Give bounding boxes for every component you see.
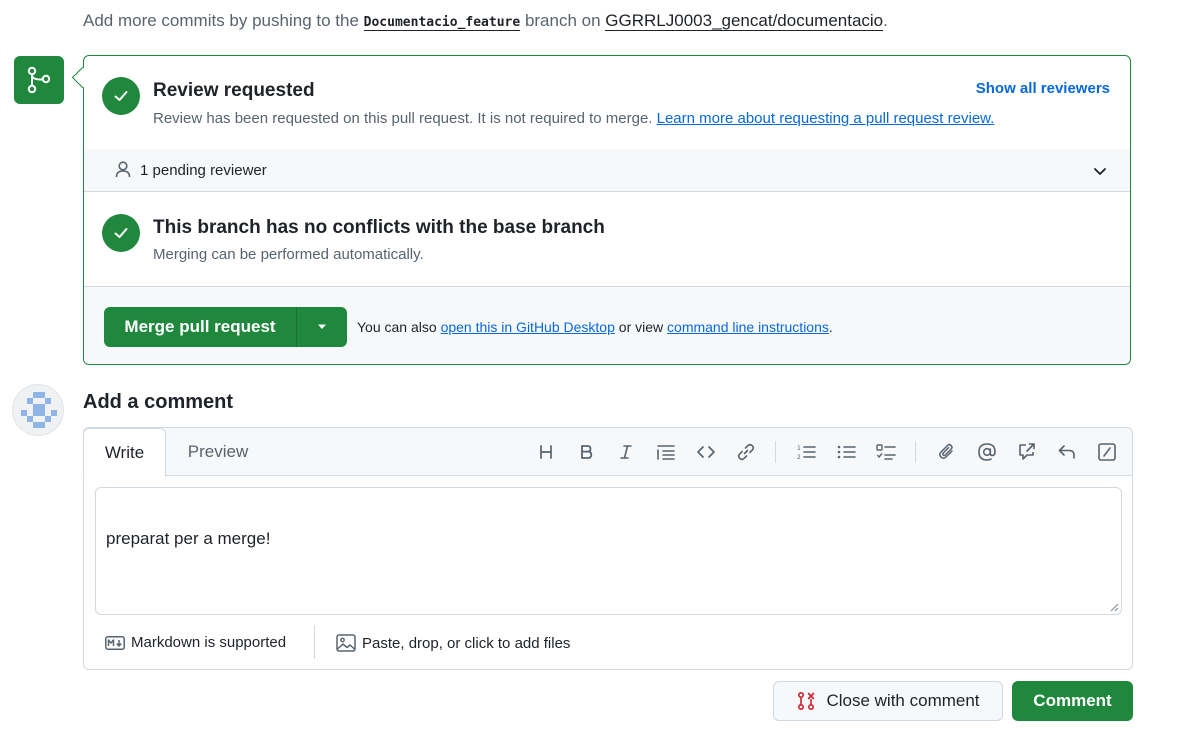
toolbar-divider bbox=[915, 441, 916, 463]
toolbar-divider bbox=[775, 441, 776, 463]
heading-icon[interactable] bbox=[534, 440, 558, 464]
also-prefix: You can also bbox=[357, 319, 437, 335]
unordered-list-icon[interactable] bbox=[834, 440, 858, 464]
review-title: Review requested bbox=[153, 80, 315, 101]
conflicts-title: This branch has no conflicts with the ba… bbox=[153, 217, 605, 238]
markdown-label: Markdown is supported bbox=[131, 634, 287, 651]
mention-icon[interactable] bbox=[975, 440, 999, 464]
slash-command-icon[interactable] bbox=[1095, 440, 1119, 464]
link-icon[interactable] bbox=[734, 440, 758, 464]
comment-text[interactable]: preparat per a merge! bbox=[106, 529, 270, 549]
chevron-down-icon[interactable] bbox=[1092, 163, 1108, 179]
git-merge-badge bbox=[14, 56, 64, 104]
svg-text:1: 1 bbox=[797, 445, 801, 452]
tab-preview[interactable]: Preview bbox=[166, 428, 270, 476]
git-pull-request-closed-icon bbox=[798, 691, 815, 711]
svg-text:2: 2 bbox=[797, 454, 801, 461]
merge-alternatives: You can also open this in GitHub Desktop… bbox=[357, 319, 833, 335]
tab-write[interactable]: Write bbox=[83, 428, 166, 477]
show-all-reviewers-link[interactable]: Show all reviewers bbox=[976, 80, 1110, 97]
comment-editor: Write Preview 12 preparat per a merge! M… bbox=[83, 427, 1133, 670]
conflicts-subtitle: Merging can be performed automatically. bbox=[153, 246, 424, 263]
git-branch-icon bbox=[27, 66, 51, 94]
merge-actions: Merge pull request You can also open thi… bbox=[84, 286, 1130, 364]
close-with-comment-button[interactable]: Close with comment bbox=[773, 681, 1003, 721]
attach-files-label: Paste, drop, or click to add files bbox=[362, 634, 571, 652]
reference-icon[interactable] bbox=[1015, 440, 1039, 464]
push-hint-suffix: . bbox=[883, 11, 888, 30]
attach-icon[interactable] bbox=[935, 440, 959, 464]
review-subtitle-text: Review has been requested on this pull r… bbox=[153, 110, 653, 127]
push-hint-middle: branch on bbox=[524, 11, 601, 30]
editor-tabbar: Write Preview 12 bbox=[83, 428, 1132, 477]
close-with-comment-label: Close with comment bbox=[826, 691, 980, 710]
task-list-icon[interactable] bbox=[874, 440, 898, 464]
pending-reviewer-count: 1 pending reviewer bbox=[140, 162, 267, 179]
merge-pull-request-button[interactable]: Merge pull request bbox=[104, 307, 297, 347]
repo-link[interactable]: GGRRLJ0003_gencat/documentacio bbox=[605, 11, 884, 31]
branch-name[interactable]: Documentacio_feature bbox=[363, 15, 521, 31]
footer-divider bbox=[314, 625, 315, 659]
check-circle-icon bbox=[102, 77, 140, 115]
quote-icon[interactable] bbox=[654, 440, 678, 464]
add-comment-heading: Add a comment bbox=[83, 391, 234, 413]
push-hint-prefix: Add more commits by pushing to the bbox=[83, 11, 359, 30]
pending-reviewers-row[interactable]: 1 pending reviewer bbox=[84, 149, 1130, 192]
command-line-link[interactable]: command line instructions bbox=[667, 319, 829, 335]
image-icon bbox=[336, 634, 356, 652]
or-view-text: or view bbox=[618, 319, 664, 335]
person-icon bbox=[115, 161, 131, 178]
github-desktop-link[interactable]: open this in GitHub Desktop bbox=[441, 319, 615, 335]
merge-suffix: . bbox=[828, 319, 833, 335]
bold-icon[interactable] bbox=[574, 440, 598, 464]
merge-options-dropdown[interactable] bbox=[297, 307, 347, 347]
triangle-down-icon bbox=[318, 324, 326, 329]
check-circle-icon bbox=[102, 214, 140, 252]
numbered-list-icon[interactable]: 12 bbox=[794, 440, 818, 464]
avatar[interactable] bbox=[12, 384, 64, 436]
merge-button-group: Merge pull request bbox=[104, 307, 347, 347]
comment-textarea[interactable]: preparat per a merge! bbox=[95, 487, 1122, 615]
review-subtitle: Review has been requested on this pull r… bbox=[153, 110, 994, 127]
italic-icon[interactable] bbox=[614, 440, 638, 464]
resize-handle-icon[interactable] bbox=[1109, 602, 1119, 612]
undo-icon[interactable] bbox=[1055, 440, 1079, 464]
markdown-hint[interactable]: Markdown is supported bbox=[105, 634, 286, 651]
merge-box: Review requested Review has been request… bbox=[83, 55, 1131, 365]
push-hint: Add more commits by pushing to the Docum… bbox=[83, 11, 888, 31]
markdown-icon bbox=[105, 635, 125, 650]
code-icon[interactable] bbox=[694, 440, 718, 464]
learn-more-link[interactable]: Learn more about requesting a pull reque… bbox=[657, 110, 995, 127]
comment-button[interactable]: Comment bbox=[1012, 681, 1133, 721]
attach-files-hint[interactable]: Paste, drop, or click to add files bbox=[336, 634, 570, 652]
